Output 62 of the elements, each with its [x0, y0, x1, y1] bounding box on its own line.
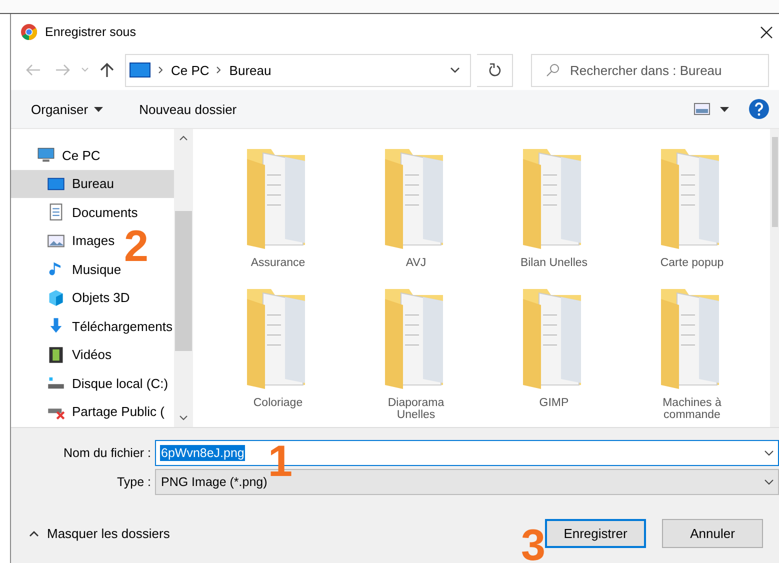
refresh-icon: [488, 63, 501, 77]
recent-dropdown-icon[interactable]: [81, 67, 89, 73]
dropdown-icon[interactable]: [764, 450, 774, 456]
sidebar-item[interactable]: Documents: [11, 198, 140, 226]
sidebar-item[interactable]: Musique: [11, 255, 124, 284]
sidebar-item[interactable]: Bureau: [11, 170, 174, 198]
sidebar-item[interactable]: Téléchargements: [11, 312, 174, 340]
sidebar-item[interactable]: Vidéos: [11, 340, 114, 369]
view-icon[interactable]: [694, 103, 710, 115]
filename-text: 6pWvn8eJ.png: [160, 445, 246, 461]
folder-name: Bilan Unelles: [519, 257, 589, 269]
folder-name: Machines à commande: [662, 397, 722, 421]
step-number: 3: [521, 524, 546, 563]
search-icon: [546, 63, 560, 77]
folder-name: Diaporama Unelles: [386, 397, 446, 421]
breadcrumb[interactable]: Bureau: [229, 62, 272, 78]
sidebar-item[interactable]: Ce PC: [11, 141, 102, 170]
app-icon: [21, 24, 37, 40]
breadcrumb[interactable]: Ce PC: [171, 62, 210, 78]
step-number: 2: [124, 225, 148, 269]
chevron-icon: [215, 66, 224, 74]
objects-icon: [47, 288, 65, 307]
back-arrow-icon: [25, 64, 41, 76]
search-field[interactable]: Rechercher dans : Bureau: [531, 54, 769, 86]
forward-arrow-icon: [55, 64, 71, 76]
cancel-button[interactable]: Annuler: [662, 518, 763, 548]
folder-name: AVJ: [404, 257, 428, 269]
videos-icon: [47, 346, 65, 364]
folder-name: GIMP: [538, 397, 570, 409]
sidebar-item[interactable]: Images: [11, 226, 117, 255]
scrollbar[interactable]: [174, 129, 193, 427]
organize-button[interactable]: Organiser: [23, 98, 112, 120]
window-title: Enregistrer sous: [45, 25, 138, 39]
dropdown-icon: [764, 478, 774, 486]
folder-name: Coloriage: [252, 397, 304, 409]
new-folder-button[interactable]: Nouveau dossier: [131, 98, 245, 120]
scroll-up-icon[interactable]: [179, 135, 188, 141]
address-bar[interactable]: Ce PC Bureau: [125, 54, 471, 86]
sidebar-item[interactable]: Partage Public (: [11, 398, 166, 426]
desktop-icon: [129, 62, 151, 78]
scrollbar[interactable]: [770, 129, 779, 427]
help-icon[interactable]: [749, 99, 769, 119]
documents-icon: [47, 203, 65, 222]
chevron-up-icon: [29, 530, 39, 536]
view-dropdown-icon[interactable]: [720, 106, 729, 112]
caret-icon: [94, 106, 104, 112]
sidebar-item[interactable]: Disque local (C:): [11, 369, 170, 398]
field-label: Type :: [116, 475, 152, 489]
chevron-icon: [157, 66, 165, 74]
up-arrow-icon: [100, 62, 114, 78]
refresh-button[interactable]: [477, 54, 513, 86]
scroll-down-icon[interactable]: [179, 415, 188, 421]
save-button[interactable]: Enregistrer: [545, 518, 646, 548]
sidebar-item[interactable]: Objets 3D: [11, 284, 132, 312]
search-input[interactable]: Rechercher dans : Bureau: [568, 62, 752, 78]
hide-folders-button[interactable]: Masquer les dossiers: [23, 524, 176, 542]
folder-name: Assurance: [250, 257, 306, 269]
folder-name: Carte popup: [659, 257, 725, 269]
pc-icon: [37, 146, 55, 164]
field-label: Nom du fichier :: [62, 446, 152, 460]
dropdown-icon[interactable]: [450, 66, 460, 74]
close-icon: [760, 26, 772, 38]
